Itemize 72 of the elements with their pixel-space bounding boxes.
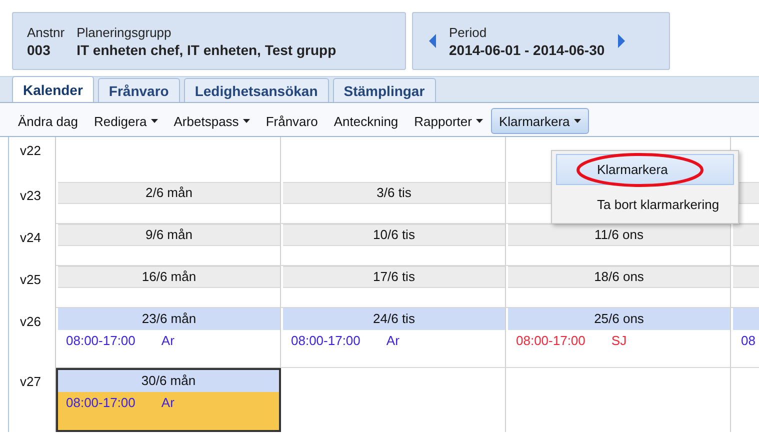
shift-code: Ar [161,333,176,348]
date-header: 16/6 mån [58,266,280,288]
date-header: 11/6 ons [508,224,730,246]
date-header: 17/6 tis [283,266,505,288]
day-cell[interactable]: 25/6 ons 08:00-17:00 SJ [506,308,731,368]
tab[interactable]: Kalender [12,76,94,102]
week-number: v25 [9,266,56,308]
previous-arrow-icon[interactable] [429,34,437,48]
menu-item-label: Klarmarkera [597,162,668,177]
period-value: 2014-06-01 - 2014-06-30 [449,42,605,58]
shift-time: 08:00-17:00 [291,333,360,348]
caret-icon [242,119,250,123]
caret-icon [150,119,158,123]
period-label: Period [449,24,488,40]
day-cell[interactable]: 10/6 tis [281,224,506,266]
date-header: 10/6 tis [283,224,505,246]
shift-code: SJ [611,333,628,348]
shift-time: 08:00-17:00 [66,333,136,348]
date-header: 9/6 mån [58,224,280,246]
week-number: v26 [9,308,56,368]
day-cell[interactable]: 18/6 ons [506,266,731,308]
date-header: 2/6 mån [58,182,280,204]
shift-code: Ar [386,333,400,348]
caret-icon [574,119,581,123]
shift-entry[interactable]: 08 [733,330,759,365]
date-header: 3/6 tis [283,182,505,204]
day-cell[interactable]: 30/6 mån 08:00-17:00 Ar [56,368,281,432]
toolbar-button[interactable]: Frånvaro [258,108,326,134]
day-cell[interactable]: 24/6 tis 08:00-17:00 Ar [281,308,506,368]
day-cell[interactable]: 11/6 ons [506,224,731,266]
group-value: IT enheten chef, IT enheten, Test grupp [76,42,336,58]
toolbar-button[interactable]: Rapporter [406,108,491,134]
shift-time: 08 [741,333,756,348]
day-cell[interactable]: 9/6 mån [56,224,281,266]
date-header: 24/6 tis [283,308,505,330]
shift-code: Ar [161,395,176,410]
shift-entry[interactable]: 08:00-17:00 SJ [508,330,730,365]
date-header: 25/6 ons [508,308,730,330]
caret-icon [476,119,483,123]
tab[interactable]: Stämplingar [332,78,436,102]
shift-entry[interactable]: 08:00-17:00 Ar [58,392,279,430]
tab[interactable]: Frånvaro [98,78,180,102]
group-label: Planeringsgrupp [76,24,172,40]
employee-label: Anstnr [27,24,65,40]
week-number: v22 [9,137,56,182]
week-number: v24 [9,224,56,266]
employee-number: 003 [27,42,52,58]
menu-item[interactable]: Klarmarkera [556,154,734,185]
shift-entry[interactable]: 08:00-17:00 Ar [283,330,505,365]
week-number: v27 [9,368,56,432]
next-arrow-icon[interactable] [616,34,625,48]
toolbar-button[interactable]: Arbetspass [166,108,258,134]
tab[interactable]: Ledighetsansökan [184,78,329,102]
day-cell[interactable]: 16/6 mån [56,266,281,308]
date-header: 30/6 mån [58,370,279,392]
menu-item-label: Ta bort klarmarkering [597,197,720,212]
day-cell[interactable]: 23/6 mån 08:00-17:00 Ar [56,308,281,368]
day-cell[interactable]: 17/6 tis [281,266,506,308]
day-cell[interactable]: 2/6 mån [56,182,281,224]
day-cell[interactable]: 3/6 tis [281,182,506,224]
shift-time: 08:00-17:00 [516,333,586,348]
toolbar-button[interactable]: Ändra dag [10,108,86,134]
toolbar-button[interactable]: Klarmarkera [490,108,589,134]
toolbar-button[interactable]: Anteckning [326,108,406,134]
week-number: v23 [9,182,56,224]
date-header: 18/6 ons [508,266,730,288]
date-header: 23/6 mån [58,308,280,330]
shift-entry[interactable]: 08:00-17:00 Ar [58,330,280,365]
day-cell[interactable]: 08 [731,308,759,368]
menu-item[interactable]: Ta bort klarmarkering [556,189,734,220]
shift-time: 08:00-17:00 [66,395,136,410]
toolbar-button[interactable]: Redigera [86,108,166,134]
